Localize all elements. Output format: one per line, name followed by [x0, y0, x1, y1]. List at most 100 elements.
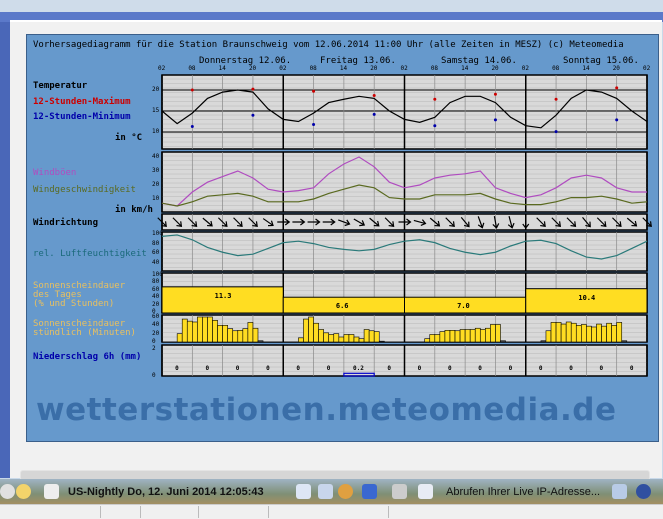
hour-tick-label: 02	[158, 65, 166, 72]
sun-hourly-bar	[212, 320, 218, 343]
axis-tick-label: 10	[152, 195, 160, 202]
sun-hourly-bar	[495, 324, 501, 343]
hour-tick-label: 14	[582, 65, 590, 72]
sun-hourly-bar	[363, 329, 370, 343]
sun-hourly-bar	[616, 322, 623, 343]
sun-hourly-bar	[368, 330, 375, 343]
sun-hourly-bar	[560, 323, 567, 343]
precip-value: 0	[629, 365, 634, 372]
precip-value: 0	[447, 365, 452, 372]
sun-hourly-bar	[550, 322, 557, 343]
hour-tick-label: 02	[279, 65, 287, 72]
sun-hourly-bar	[596, 323, 602, 343]
hand-icon[interactable]	[296, 484, 311, 499]
sun-hourly-bar	[353, 336, 360, 343]
taskbar-status: Abrufen Ihrer Live IP-Adresse...	[446, 486, 601, 498]
sun-hourly-bar	[227, 328, 234, 343]
folder-icon[interactable]	[612, 484, 627, 499]
status-separator	[268, 506, 269, 518]
sun-hourly-bar	[252, 327, 259, 343]
sun-hourly-bar	[449, 330, 456, 343]
precip-value: 0	[478, 365, 482, 372]
precip-value: 0	[538, 365, 543, 372]
sun-hourly-bar	[591, 326, 597, 343]
sun-hourly-bar	[217, 325, 223, 343]
axis-tick-label: 80	[152, 278, 160, 286]
sun-hourly-bar	[257, 340, 264, 343]
axis-tick-label: 20	[152, 181, 160, 188]
status-separator	[140, 506, 141, 518]
max-point	[372, 93, 376, 97]
notes-icon[interactable]	[44, 484, 59, 499]
sun-hourly-bar	[333, 333, 340, 343]
hour-tick-label: 20	[370, 65, 378, 72]
sun-hourly-bar	[424, 338, 431, 343]
sun-hourly-bar	[434, 334, 441, 343]
hour-tick-label: 02	[400, 65, 408, 72]
sun-hourly-bar	[247, 322, 254, 343]
sun-hourly-bar	[373, 331, 380, 343]
sun-hourly-bar	[303, 318, 309, 343]
sun-hourly-bar	[298, 337, 304, 343]
min-point	[372, 112, 376, 116]
axis-tick-label: 40	[152, 321, 160, 329]
hour-tick-label: 02	[521, 65, 529, 72]
precip-value: 0.2	[353, 365, 364, 372]
precip-value: 0	[296, 365, 301, 372]
precip-value: 0	[326, 365, 331, 372]
sun-hourly-bar	[176, 333, 183, 343]
max-point	[190, 88, 194, 92]
sun-hourly-bar	[474, 327, 481, 343]
sun-hourly-bar	[343, 334, 350, 343]
hour-tick-label: 14	[339, 65, 348, 72]
axis-tick-label: 2	[152, 345, 156, 352]
sun-hourly-bar	[378, 340, 385, 343]
hour-tick-label: 14	[218, 65, 226, 72]
sun-hourly-bar	[545, 330, 552, 343]
sun-hourly-bar	[490, 324, 496, 343]
status-separator	[100, 506, 101, 518]
sun-hourly-bar	[192, 321, 198, 343]
sun-hourly-bar	[186, 320, 193, 343]
network-icon[interactable]	[362, 484, 377, 499]
hour-tick-label: 20	[491, 65, 499, 72]
sun-hourly-bar	[202, 316, 208, 343]
precip-value: 0	[508, 365, 513, 372]
sun-hourly-bar	[606, 322, 612, 343]
sun-hourly-bar	[328, 334, 335, 343]
axis-tick-label: 80	[152, 239, 160, 247]
smiley-icon[interactable]	[338, 484, 353, 499]
app-icon[interactable]	[0, 484, 15, 499]
max-point	[433, 97, 437, 101]
axis-tick-label: 40	[152, 293, 160, 301]
sun-hourly-bar	[565, 321, 572, 343]
sun-hourly-bar	[429, 334, 436, 343]
chart-canvas	[157, 74, 652, 377]
globe-icon[interactable]	[636, 484, 651, 499]
hour-tick-label: 08	[430, 65, 439, 72]
status-separator	[388, 506, 389, 518]
sun-hourly-bar	[479, 329, 486, 343]
sun-hourly-bar	[464, 329, 471, 343]
favorite-window-icon[interactable]	[418, 484, 433, 499]
sun-daily-bar	[161, 286, 284, 314]
sun-hourly-bar	[469, 329, 476, 343]
precip-value: 0	[599, 365, 604, 372]
taskbar-clock: US-Nightly Do, 12. Juni 2014 12:05:43	[68, 486, 264, 498]
sun-hourly-bar	[358, 338, 365, 343]
sun-hourly-bar	[454, 330, 461, 343]
document-icon[interactable]	[318, 484, 333, 499]
weather-icon[interactable]	[16, 484, 31, 499]
axis-tick-label: 100	[152, 230, 163, 237]
sun-hourly-bar	[232, 330, 239, 343]
printer-icon[interactable]	[392, 484, 407, 499]
max-point	[493, 92, 497, 96]
sun-hourly-bar	[555, 322, 562, 343]
sun-hourly-bar	[439, 331, 446, 343]
max-point	[251, 87, 255, 91]
sun-hourly-bar	[348, 334, 355, 343]
sun-hourly-bar	[485, 327, 491, 343]
sun-hourly-bar	[611, 325, 617, 343]
sun-hourly-bar	[444, 330, 451, 343]
sun-hourly-bar	[540, 340, 547, 343]
